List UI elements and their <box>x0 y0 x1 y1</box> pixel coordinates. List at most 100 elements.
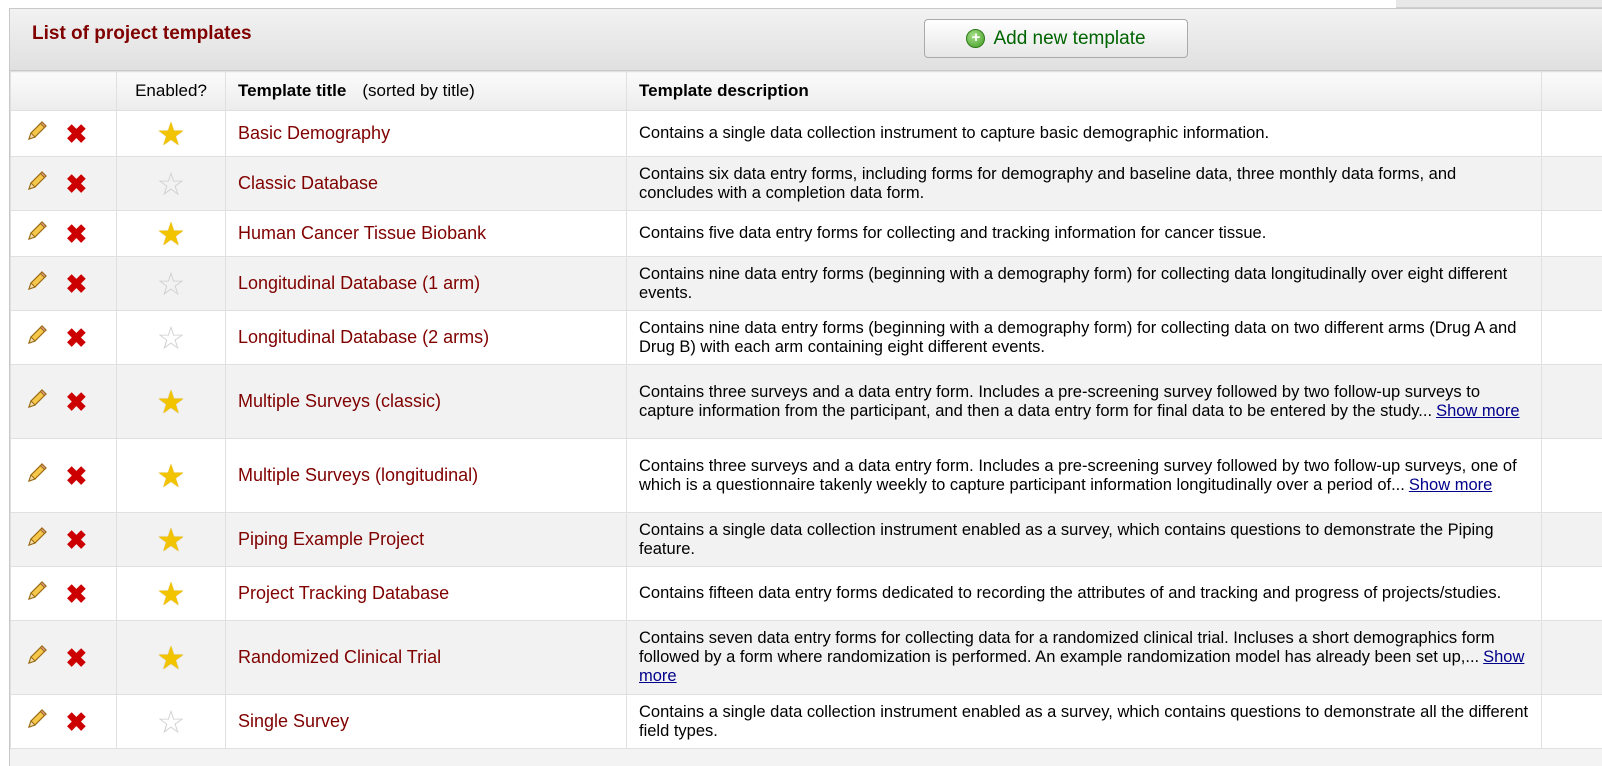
description-text: Contains three surveys and a data entry … <box>639 457 1517 494</box>
page-title: List of project templates <box>32 23 252 45</box>
template-title: Multiple Surveys (classic) <box>226 365 627 439</box>
row-actions: ✖ <box>11 311 117 365</box>
pencil-icon[interactable] <box>25 643 49 672</box>
pencil-icon[interactable] <box>25 169 49 198</box>
enabled-star-cell[interactable]: ★ <box>117 513 226 567</box>
pencil-icon[interactable] <box>25 323 49 352</box>
plus-circle-icon: + <box>966 29 985 48</box>
enabled-star-cell[interactable]: ★ <box>117 567 226 621</box>
templates-panel: List of project templates + Add new temp… <box>9 8 1602 766</box>
enabled-star-cell[interactable]: ★ <box>117 365 226 439</box>
template-title: Longitudinal Database (1 arm) <box>226 257 627 311</box>
enabled-star-cell[interactable]: ☆ <box>117 695 226 749</box>
star-filled-icon[interactable]: ★ <box>157 384 186 420</box>
description-text: Contains nine data entry forms (beginnin… <box>639 319 1516 356</box>
star-empty-icon[interactable]: ☆ <box>157 320 186 356</box>
delete-x-icon[interactable]: ✖ <box>65 582 87 606</box>
enabled-column-header[interactable]: Enabled? <box>117 72 226 111</box>
top-strip <box>1396 0 1602 8</box>
enabled-star-cell[interactable]: ☆ <box>117 157 226 211</box>
table-row: ✖ ☆ Single Survey Contains a single data… <box>11 695 1602 749</box>
extra-cell <box>1542 439 1602 513</box>
star-empty-icon[interactable]: ☆ <box>157 704 186 740</box>
show-more-link[interactable]: Show more <box>1409 476 1492 494</box>
panel-header: List of project templates + Add new temp… <box>10 9 1602 71</box>
description-text: Contains three surveys and a data entry … <box>639 383 1480 420</box>
extra-column-header <box>1542 72 1602 111</box>
enabled-star-cell[interactable]: ☆ <box>117 257 226 311</box>
title-column-header[interactable]: Template title(sorted by title) <box>226 72 627 111</box>
table-row: ✖ ★ Piping Example Project Contains a si… <box>11 513 1602 567</box>
pencil-icon[interactable] <box>25 269 49 298</box>
template-description: Contains seven data entry forms for coll… <box>627 621 1542 695</box>
description-column-header[interactable]: Template description <box>627 72 1542 111</box>
star-empty-icon[interactable]: ☆ <box>157 266 186 302</box>
table-row: ✖ ★ Multiple Surveys (longitudinal) Cont… <box>11 439 1602 513</box>
template-title: Multiple Surveys (longitudinal) <box>226 439 627 513</box>
pencil-icon[interactable] <box>25 525 49 554</box>
table-row: ✖ ☆ Longitudinal Database (2 arms) Conta… <box>11 311 1602 365</box>
template-description: Contains six data entry forms, including… <box>627 157 1542 211</box>
row-actions: ✖ <box>11 157 117 211</box>
description-text: Contains fifteen data entry forms dedica… <box>639 584 1501 602</box>
row-actions: ✖ <box>11 695 117 749</box>
extra-cell <box>1542 257 1602 311</box>
add-new-template-button[interactable]: + Add new template <box>924 19 1188 58</box>
table-row: ✖ ☆ Longitudinal Database (1 arm) Contai… <box>11 257 1602 311</box>
star-filled-icon[interactable]: ★ <box>157 216 186 252</box>
pencil-icon[interactable] <box>25 219 49 248</box>
template-description: Contains fifteen data entry forms dedica… <box>627 567 1542 621</box>
add-new-template-label: Add new template <box>993 28 1145 50</box>
title-column-label: Template title <box>238 81 346 100</box>
template-title: Basic Demography <box>226 111 627 157</box>
pencil-icon[interactable] <box>25 461 49 490</box>
extra-cell <box>1542 157 1602 211</box>
table-row: ✖ ★ Basic Demography Contains a single d… <box>11 111 1602 157</box>
template-title: Project Tracking Database <box>226 567 627 621</box>
pencil-icon[interactable] <box>25 119 49 148</box>
delete-x-icon[interactable]: ✖ <box>65 172 87 196</box>
description-text: Contains five data entry forms for colle… <box>639 224 1266 242</box>
delete-x-icon[interactable]: ✖ <box>65 710 87 734</box>
template-description: Contains nine data entry forms (beginnin… <box>627 257 1542 311</box>
template-title: Piping Example Project <box>226 513 627 567</box>
description-text: Contains six data entry forms, including… <box>639 165 1456 202</box>
extra-cell <box>1542 695 1602 749</box>
table-row: ✖ ★ Randomized Clinical Trial Contains s… <box>11 621 1602 695</box>
enabled-star-cell[interactable]: ★ <box>117 111 226 157</box>
show-more-link[interactable]: Show more <box>1436 402 1519 420</box>
extra-cell <box>1542 311 1602 365</box>
delete-x-icon[interactable]: ✖ <box>65 390 87 414</box>
template-title: Classic Database <box>226 157 627 211</box>
template-description: Contains three surveys and a data entry … <box>627 365 1542 439</box>
enabled-star-cell[interactable]: ☆ <box>117 311 226 365</box>
enabled-star-cell[interactable]: ★ <box>117 439 226 513</box>
delete-x-icon[interactable]: ✖ <box>65 646 87 670</box>
delete-x-icon[interactable]: ✖ <box>65 464 87 488</box>
template-title: Human Cancer Tissue Biobank <box>226 211 627 257</box>
row-actions: ✖ <box>11 111 117 157</box>
star-filled-icon[interactable]: ★ <box>157 522 186 558</box>
star-filled-icon[interactable]: ★ <box>157 116 186 152</box>
delete-x-icon[interactable]: ✖ <box>65 326 87 350</box>
delete-x-icon[interactable]: ✖ <box>65 222 87 246</box>
enabled-star-cell[interactable]: ★ <box>117 621 226 695</box>
row-actions: ✖ <box>11 211 117 257</box>
delete-x-icon[interactable]: ✖ <box>65 272 87 296</box>
star-filled-icon[interactable]: ★ <box>157 458 186 494</box>
template-description: Contains a single data collection instru… <box>627 695 1542 749</box>
star-empty-icon[interactable]: ☆ <box>157 166 186 202</box>
template-title: Longitudinal Database (2 arms) <box>226 311 627 365</box>
description-text: Contains a single data collection instru… <box>639 703 1528 740</box>
star-filled-icon[interactable]: ★ <box>157 576 186 612</box>
enabled-star-cell[interactable]: ★ <box>117 211 226 257</box>
star-filled-icon[interactable]: ★ <box>157 640 186 676</box>
row-actions: ✖ <box>11 439 117 513</box>
delete-x-icon[interactable]: ✖ <box>65 528 87 552</box>
description-text: Contains nine data entry forms (beginnin… <box>639 265 1507 302</box>
pencil-icon[interactable] <box>25 707 49 736</box>
pencil-icon[interactable] <box>25 579 49 608</box>
template-description: Contains a single data collection instru… <box>627 513 1542 567</box>
delete-x-icon[interactable]: ✖ <box>65 122 87 146</box>
pencil-icon[interactable] <box>25 387 49 416</box>
